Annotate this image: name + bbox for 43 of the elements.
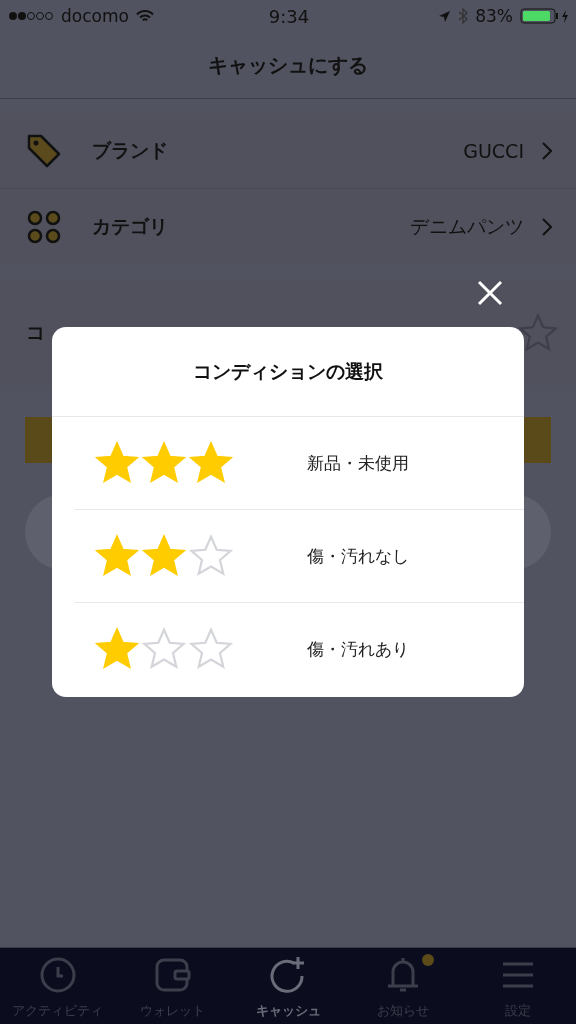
menu-icon: [503, 961, 534, 989]
chevron-icon: [542, 217, 552, 236]
wifi-icon: [135, 9, 154, 23]
star-outline-icon: [189, 534, 233, 578]
star-filled-icon: [95, 627, 139, 671]
list-row[interactable]: ブランド GUCCI: [0, 113, 576, 189]
wallet-icon: [154, 957, 191, 993]
battery-icon: [520, 8, 570, 24]
tab-item[interactable]: キャッシュ: [230, 948, 346, 1024]
condition-option[interactable]: 傷・汚れあり: [75, 602, 524, 695]
row-label: コ: [26, 319, 46, 345]
chevron-icon: [542, 141, 552, 160]
star-filled-icon: [142, 534, 186, 578]
star-outline-icon: [189, 627, 233, 671]
row-value: GUCCI: [463, 139, 524, 162]
option-label: 傷・汚れなし: [307, 544, 409, 568]
screen-title: キャッシュにする: [208, 51, 368, 79]
bluetooth-icon: [458, 7, 469, 25]
battery-percent: 83%: [475, 6, 513, 26]
signal-icon: [8, 11, 54, 21]
close-icon[interactable]: [477, 280, 503, 306]
grid-icon: [26, 208, 62, 245]
condition-option[interactable]: 傷・汚れなし: [75, 509, 524, 602]
location-icon: [438, 9, 452, 23]
condition-option[interactable]: 新品・未使用: [75, 417, 524, 509]
bell-icon: [386, 956, 421, 994]
star-filled-icon: [95, 534, 139, 578]
row-label: カテゴリ: [92, 213, 169, 239]
star-outline-icon: [142, 627, 186, 671]
row-label: ブランド: [92, 137, 169, 163]
star-filled-icon: [142, 441, 186, 485]
row-value: デニムパンツ: [410, 213, 524, 239]
list-row[interactable]: カテゴリ デニムパンツ: [0, 189, 576, 264]
tag-icon: [26, 132, 62, 169]
clock-icon: [39, 957, 76, 993]
status-time: 9:34: [268, 5, 310, 27]
option-label: 新品・未使用: [307, 451, 409, 475]
option-label: 傷・汚れあり: [307, 637, 409, 661]
star-filled-icon: [189, 441, 233, 485]
modal-title: コンディションの選択: [193, 358, 383, 384]
carrier-name: docomo: [61, 6, 129, 26]
star-filled-icon: [95, 441, 139, 485]
star-outline-icon: [518, 312, 558, 353]
